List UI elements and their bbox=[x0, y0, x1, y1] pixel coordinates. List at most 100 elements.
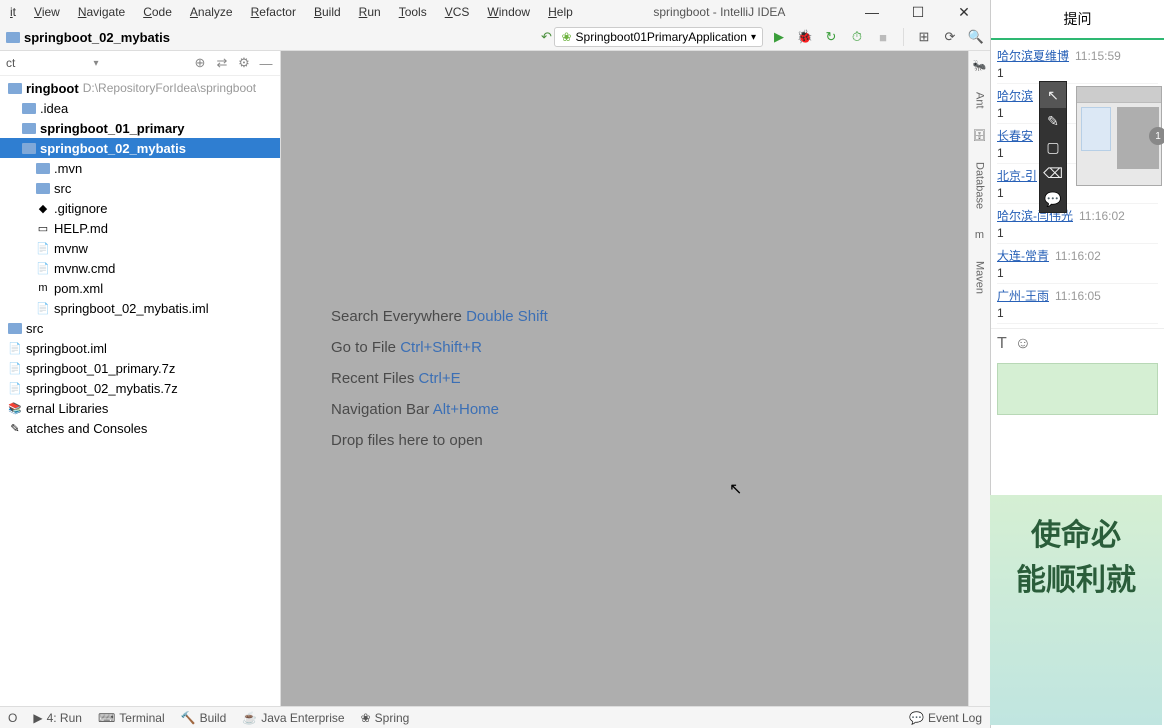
editor-empty-state[interactable]: Search Everywhere Double Shift Go to File… bbox=[281, 51, 968, 706]
run-config-label: Springboot01PrimaryApplication bbox=[576, 30, 747, 44]
pencil-tool-icon[interactable]: ✎ bbox=[1040, 108, 1066, 134]
tree-label: mvnw bbox=[54, 241, 88, 256]
search-icon[interactable]: 🔍 bbox=[968, 29, 984, 45]
tree-row[interactable]: 📄springboot.iml bbox=[0, 338, 280, 358]
debug-icon[interactable]: 🐞 bbox=[797, 29, 813, 45]
statusbar-build[interactable]: 🔨 Build bbox=[181, 711, 227, 725]
minimize-button[interactable]: — bbox=[858, 4, 886, 20]
structure-icon[interactable]: ⊞ bbox=[916, 29, 932, 45]
chat-message[interactable]: 哈尔滨夏维博11:15:591 bbox=[997, 44, 1158, 84]
tree-row[interactable]: 📄mvnw bbox=[0, 238, 280, 258]
statusbar-4-run[interactable]: ▶ 4: Run bbox=[33, 711, 82, 725]
editor-hint: Search Everywhere Double Shift bbox=[331, 308, 548, 325]
close-button[interactable]: ✕ bbox=[950, 4, 978, 21]
chat-user-link[interactable]: 哈尔滨 bbox=[997, 89, 1033, 103]
tree-row[interactable]: 📄springboot_01_primary.7z bbox=[0, 358, 280, 378]
statusbar-terminal[interactable]: ⌨ Terminal bbox=[98, 711, 165, 725]
tree-row[interactable]: 📄mvnw.cmd bbox=[0, 258, 280, 278]
tree-row[interactable]: springboot_02_mybatis bbox=[0, 138, 280, 158]
tree-row[interactable]: 📄springboot_02_mybatis.7z bbox=[0, 378, 280, 398]
menu-code[interactable]: Code bbox=[135, 3, 180, 21]
tree-row[interactable]: 📚ernal Libraries bbox=[0, 398, 280, 418]
maven-icon[interactable]: m bbox=[975, 229, 984, 241]
tree-row[interactable]: ◆.gitignore bbox=[0, 198, 280, 218]
menu-navigate[interactable]: Navigate bbox=[70, 3, 133, 21]
menu-tools[interactable]: Tools bbox=[391, 3, 435, 21]
chevron-down-icon[interactable]: ▾ bbox=[93, 58, 98, 69]
profile-icon[interactable]: ⏱ bbox=[849, 29, 865, 45]
database-icon[interactable]: 🗄 bbox=[973, 129, 987, 142]
eraser-tool-icon[interactable]: ⌫ bbox=[1040, 160, 1066, 186]
collapse-icon[interactable]: — bbox=[258, 55, 274, 71]
chat-input[interactable] bbox=[997, 363, 1158, 415]
menu-build[interactable]: Build bbox=[306, 3, 349, 21]
tree-row[interactable]: src bbox=[0, 318, 280, 338]
thumbnail-badge: 1 bbox=[1149, 127, 1164, 145]
stop-icon[interactable]: ■ bbox=[875, 29, 891, 45]
chat-toolbar: T ☺ bbox=[991, 328, 1164, 359]
menubar: itViewNavigateCodeAnalyzeRefactorBuildRu… bbox=[0, 3, 581, 21]
menu-window[interactable]: Window bbox=[479, 3, 538, 21]
editor-hint: Go to File Ctrl+Shift+R bbox=[331, 339, 482, 356]
gear-icon[interactable]: ⚙ bbox=[236, 55, 252, 71]
pointer-tool-icon[interactable]: ↖ bbox=[1040, 82, 1066, 108]
tree-label: mvnw.cmd bbox=[54, 261, 115, 276]
tree-row[interactable]: .mvn bbox=[0, 158, 280, 178]
window-controls: — ☐ ✕ bbox=[858, 4, 990, 21]
menu-run[interactable]: Run bbox=[351, 3, 389, 21]
chat-message[interactable]: 哈尔滨-闫伟光11:16:021 bbox=[997, 204, 1158, 244]
ant-icon[interactable]: 🐜 bbox=[973, 59, 987, 72]
statusbar-java-enterprise[interactable]: ☕ Java Enterprise bbox=[242, 711, 344, 725]
screenshot-tool-palette[interactable]: ↖ ✎ ▢ ⌫ 💬 bbox=[1039, 81, 1067, 213]
project-tree[interactable]: ringboot D:\RepositoryForIdea\springboot… bbox=[0, 76, 280, 706]
tree-row[interactable]: ringboot D:\RepositoryForIdea\springboot bbox=[0, 78, 280, 98]
file-icon: 📄 bbox=[36, 302, 50, 315]
menu-view[interactable]: View bbox=[26, 3, 68, 21]
chat-message[interactable]: 广州-王雨11:16:051 bbox=[997, 284, 1158, 324]
update-icon[interactable]: ⟳ bbox=[942, 29, 958, 45]
tree-row[interactable]: mpom.xml bbox=[0, 278, 280, 298]
chat-user-link[interactable]: 哈尔滨夏维博 bbox=[997, 49, 1069, 63]
tree-row[interactable]: src bbox=[0, 178, 280, 198]
coverage-icon[interactable]: ↻ bbox=[823, 29, 839, 45]
tree-row[interactable]: ✎atches and Consoles bbox=[0, 418, 280, 438]
maximize-button[interactable]: ☐ bbox=[904, 4, 932, 21]
menu-analyze[interactable]: Analyze bbox=[182, 3, 241, 21]
titlebar: itViewNavigateCodeAnalyzeRefactorBuildRu… bbox=[0, 0, 990, 24]
chat-body: 1 bbox=[997, 66, 1158, 80]
chat-tab[interactable]: 提问 bbox=[991, 0, 1164, 40]
menu-refactor[interactable]: Refactor bbox=[243, 3, 304, 21]
screenshot-thumbnail[interactable]: 1 bbox=[1076, 86, 1162, 186]
tree-row[interactable]: ▭HELP.md bbox=[0, 218, 280, 238]
chat-user-link[interactable]: 长春安 bbox=[997, 129, 1033, 143]
run-config-selector[interactable]: ❀ Springboot01PrimaryApplication ▾ bbox=[554, 27, 763, 47]
ant-tool-button[interactable]: Ant bbox=[974, 92, 986, 109]
statusbar-o[interactable]: O bbox=[8, 711, 17, 725]
tree-row[interactable]: .idea bbox=[0, 98, 280, 118]
folder-icon bbox=[8, 83, 22, 94]
text-tool-icon[interactable]: T bbox=[997, 335, 1007, 353]
chat-user-link[interactable]: 广州-王雨 bbox=[997, 289, 1049, 303]
maven-tool-button[interactable]: Maven bbox=[974, 261, 986, 294]
database-tool-button[interactable]: Database bbox=[974, 162, 986, 209]
chat-user-link[interactable]: 北京-引 bbox=[997, 169, 1037, 183]
target-icon[interactable]: ⊕ bbox=[192, 55, 208, 71]
rectangle-tool-icon[interactable]: ▢ bbox=[1040, 134, 1066, 160]
menu-vcs[interactable]: VCS bbox=[437, 3, 478, 21]
filter-icon[interactable]: ⇄ bbox=[214, 55, 230, 71]
file-icon: 📄 bbox=[8, 382, 22, 395]
chat-message[interactable]: 大连-常青11:16:021 bbox=[997, 244, 1158, 284]
tree-row[interactable]: springboot_01_primary bbox=[0, 118, 280, 138]
folder-icon bbox=[36, 163, 50, 174]
run-icon[interactable]: ▶ bbox=[771, 29, 787, 45]
tree-row[interactable]: 📄springboot_02_mybatis.iml bbox=[0, 298, 280, 318]
build-hammer-icon[interactable]: ↶ bbox=[538, 29, 554, 45]
menu-it[interactable]: it bbox=[2, 3, 24, 21]
chat-tool-icon[interactable]: 💬 bbox=[1040, 186, 1066, 212]
chat-user-link[interactable]: 大连-常青 bbox=[997, 249, 1049, 263]
breadcrumb[interactable]: springboot_02_mybatis bbox=[6, 30, 170, 45]
emoji-icon[interactable]: ☺ bbox=[1015, 335, 1031, 353]
menu-help[interactable]: Help bbox=[540, 3, 581, 21]
statusbar-spring[interactable]: ❀ Spring bbox=[361, 711, 410, 725]
event-log-button[interactable]: 💬 Event Log bbox=[909, 711, 982, 725]
